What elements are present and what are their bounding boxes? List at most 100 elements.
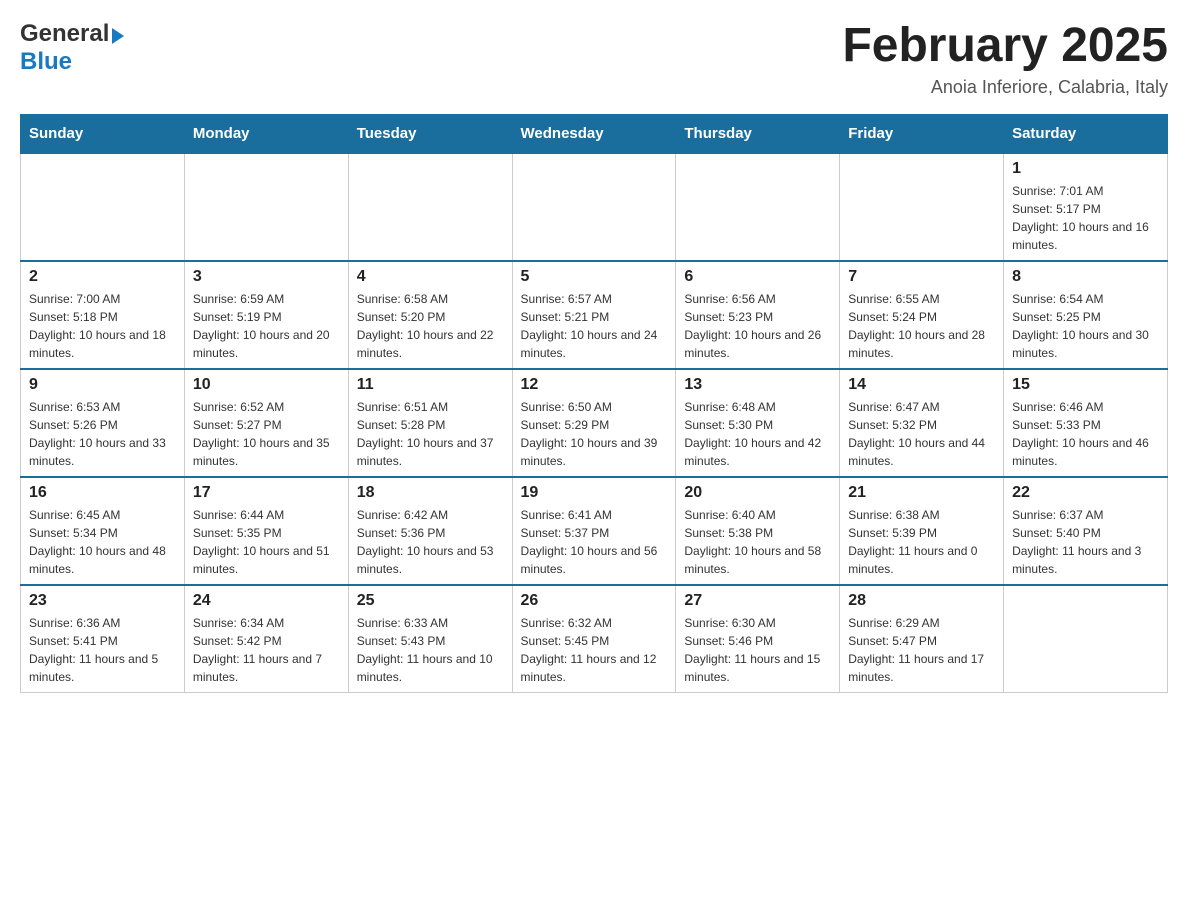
calendar-cell <box>1004 585 1168 693</box>
day-number: 19 <box>521 484 668 502</box>
calendar-cell <box>184 153 348 261</box>
day-number: 12 <box>521 376 668 394</box>
calendar-cell: 25 Sunrise: 6:33 AMSunset: 5:43 PMDayligh… <box>348 585 512 693</box>
day-info: Sunrise: 6:51 AMSunset: 5:28 PMDaylight:… <box>357 398 504 470</box>
day-info: Sunrise: 6:45 AMSunset: 5:34 PMDaylight:… <box>29 506 176 578</box>
day-number: 10 <box>193 376 340 394</box>
header-tuesday: Tuesday <box>348 114 512 153</box>
day-info: Sunrise: 6:42 AMSunset: 5:36 PMDaylight:… <box>357 506 504 578</box>
header-thursday: Thursday <box>676 114 840 153</box>
day-info: Sunrise: 6:55 AMSunset: 5:24 PMDaylight:… <box>848 290 995 362</box>
calendar-cell <box>512 153 676 261</box>
day-number: 7 <box>848 268 995 286</box>
calendar-cell: 2 Sunrise: 7:00 AMSunset: 5:18 PMDaylight… <box>21 261 185 369</box>
calendar-cell: 20 Sunrise: 6:40 AMSunset: 5:38 PMDayligh… <box>676 477 840 585</box>
day-info: Sunrise: 6:44 AMSunset: 5:35 PMDaylight:… <box>193 506 340 578</box>
calendar-header: Sunday Monday Tuesday Wednesday Thursday… <box>21 114 1168 153</box>
day-number: 23 <box>29 592 176 610</box>
day-info: Sunrise: 6:29 AMSunset: 5:47 PMDaylight:… <box>848 614 995 686</box>
calendar-cell: 17Sunrise: 6:44 AMSunset: 5:35 PMDayligh… <box>184 477 348 585</box>
day-info: Sunrise: 6:41 AMSunset: 5:37 PMDaylight:… <box>521 506 668 578</box>
calendar-cell <box>676 153 840 261</box>
day-info: Sunrise: 6:34 AMSunset: 5:42 PMDaylight:… <box>193 614 340 686</box>
header-row: Sunday Monday Tuesday Wednesday Thursday… <box>21 114 1168 153</box>
day-info: Sunrise: 6:54 AMSunset: 5:25 PMDaylight:… <box>1012 290 1159 362</box>
logo: General Blue <box>20 20 124 76</box>
calendar-cell: 13 Sunrise: 6:48 AMSunset: 5:30 PMDayligh… <box>676 369 840 477</box>
header-friday: Friday <box>840 114 1004 153</box>
calendar-cell: 9 Sunrise: 6:53 AMSunset: 5:26 PMDaylight… <box>21 369 185 477</box>
calendar-week-3: 9 Sunrise: 6:53 AMSunset: 5:26 PMDaylight… <box>21 369 1168 477</box>
day-number: 28 <box>848 592 995 610</box>
calendar-cell: 23 Sunrise: 6:36 AMSunset: 5:41 PMDayligh… <box>21 585 185 693</box>
day-info: Sunrise: 6:46 AMSunset: 5:33 PMDaylight:… <box>1012 398 1159 470</box>
day-info: Sunrise: 6:30 AMSunset: 5:46 PMDaylight:… <box>684 614 831 686</box>
day-number: 22 <box>1012 484 1159 502</box>
day-number: 27 <box>684 592 831 610</box>
day-number: 4 <box>357 268 504 286</box>
calendar-cell: 18 Sunrise: 6:42 AMSunset: 5:36 PMDayligh… <box>348 477 512 585</box>
calendar-cell: 5Sunrise: 6:57 AMSunset: 5:21 PMDaylight… <box>512 261 676 369</box>
day-number: 25 <box>357 592 504 610</box>
day-info: Sunrise: 7:01 AMSunset: 5:17 PMDaylight:… <box>1012 182 1159 254</box>
calendar-table: Sunday Monday Tuesday Wednesday Thursday… <box>20 114 1168 693</box>
day-info: Sunrise: 6:38 AMSunset: 5:39 PMDaylight:… <box>848 506 995 578</box>
header-saturday: Saturday <box>1004 114 1168 153</box>
day-info: Sunrise: 6:47 AMSunset: 5:32 PMDaylight:… <box>848 398 995 470</box>
calendar-cell: 11 Sunrise: 6:51 AMSunset: 5:28 PMDayligh… <box>348 369 512 477</box>
day-info: Sunrise: 6:33 AMSunset: 5:43 PMDaylight:… <box>357 614 504 686</box>
logo-blue-text: Blue <box>20 48 72 75</box>
day-info: Sunrise: 6:58 AMSunset: 5:20 PMDaylight:… <box>357 290 504 362</box>
header-wednesday: Wednesday <box>512 114 676 153</box>
location-text: Anoia Inferiore, Calabria, Italy <box>842 77 1168 98</box>
calendar-cell: 27 Sunrise: 6:30 AMSunset: 5:46 PMDayligh… <box>676 585 840 693</box>
day-number: 11 <box>357 376 504 394</box>
day-info: Sunrise: 6:50 AMSunset: 5:29 PMDaylight:… <box>521 398 668 470</box>
day-info: Sunrise: 6:37 AMSunset: 5:40 PMDaylight:… <box>1012 506 1159 578</box>
day-number: 3 <box>193 268 340 286</box>
calendar-week-5: 23 Sunrise: 6:36 AMSunset: 5:41 PMDayligh… <box>21 585 1168 693</box>
day-number: 15 <box>1012 376 1159 394</box>
day-number: 1 <box>1012 160 1159 178</box>
calendar-cell <box>348 153 512 261</box>
calendar-cell: 22 Sunrise: 6:37 AMSunset: 5:40 PMDayligh… <box>1004 477 1168 585</box>
calendar-cell: 21 Sunrise: 6:38 AMSunset: 5:39 PMDayligh… <box>840 477 1004 585</box>
calendar-cell: 19 Sunrise: 6:41 AMSunset: 5:37 PMDayligh… <box>512 477 676 585</box>
day-number: 21 <box>848 484 995 502</box>
calendar-cell: 1 Sunrise: 7:01 AMSunset: 5:17 PMDaylight… <box>1004 153 1168 261</box>
calendar-cell: 16Sunrise: 6:45 AMSunset: 5:34 PMDayligh… <box>21 477 185 585</box>
day-info: Sunrise: 6:36 AMSunset: 5:41 PMDaylight:… <box>29 614 176 686</box>
calendar-cell: 26 Sunrise: 6:32 AMSunset: 5:45 PMDayligh… <box>512 585 676 693</box>
day-number: 2 <box>29 268 176 286</box>
logo-general-text: General <box>20 20 109 48</box>
page-header: General Blue February 2025 Anoia Inferio… <box>20 20 1168 98</box>
calendar-cell: 14Sunrise: 6:47 AMSunset: 5:32 PMDayligh… <box>840 369 1004 477</box>
day-number: 24 <box>193 592 340 610</box>
day-info: Sunrise: 6:59 AMSunset: 5:19 PMDaylight:… <box>193 290 340 362</box>
header-sunday: Sunday <box>21 114 185 153</box>
day-number: 8 <box>1012 268 1159 286</box>
calendar-cell: 6 Sunrise: 6:56 AMSunset: 5:23 PMDaylight… <box>676 261 840 369</box>
day-info: Sunrise: 6:52 AMSunset: 5:27 PMDaylight:… <box>193 398 340 470</box>
day-number: 13 <box>684 376 831 394</box>
calendar-cell <box>21 153 185 261</box>
day-number: 26 <box>521 592 668 610</box>
day-info: Sunrise: 6:53 AMSunset: 5:26 PMDaylight:… <box>29 398 176 470</box>
header-monday: Monday <box>184 114 348 153</box>
calendar-week-2: 2 Sunrise: 7:00 AMSunset: 5:18 PMDaylight… <box>21 261 1168 369</box>
month-title: February 2025 <box>842 20 1168 73</box>
calendar-cell: 3 Sunrise: 6:59 AMSunset: 5:19 PMDaylight… <box>184 261 348 369</box>
logo-triangle-icon <box>112 28 124 44</box>
day-number: 9 <box>29 376 176 394</box>
day-number: 20 <box>684 484 831 502</box>
day-info: Sunrise: 6:48 AMSunset: 5:30 PMDaylight:… <box>684 398 831 470</box>
calendar-cell <box>840 153 1004 261</box>
calendar-body: 1 Sunrise: 7:01 AMSunset: 5:17 PMDaylight… <box>21 153 1168 693</box>
day-number: 6 <box>684 268 831 286</box>
day-number: 18 <box>357 484 504 502</box>
calendar-cell: 8 Sunrise: 6:54 AMSunset: 5:25 PMDaylight… <box>1004 261 1168 369</box>
day-info: Sunrise: 6:32 AMSunset: 5:45 PMDaylight:… <box>521 614 668 686</box>
day-info: Sunrise: 7:00 AMSunset: 5:18 PMDaylight:… <box>29 290 176 362</box>
day-info: Sunrise: 6:40 AMSunset: 5:38 PMDaylight:… <box>684 506 831 578</box>
day-info: Sunrise: 6:56 AMSunset: 5:23 PMDaylight:… <box>684 290 831 362</box>
